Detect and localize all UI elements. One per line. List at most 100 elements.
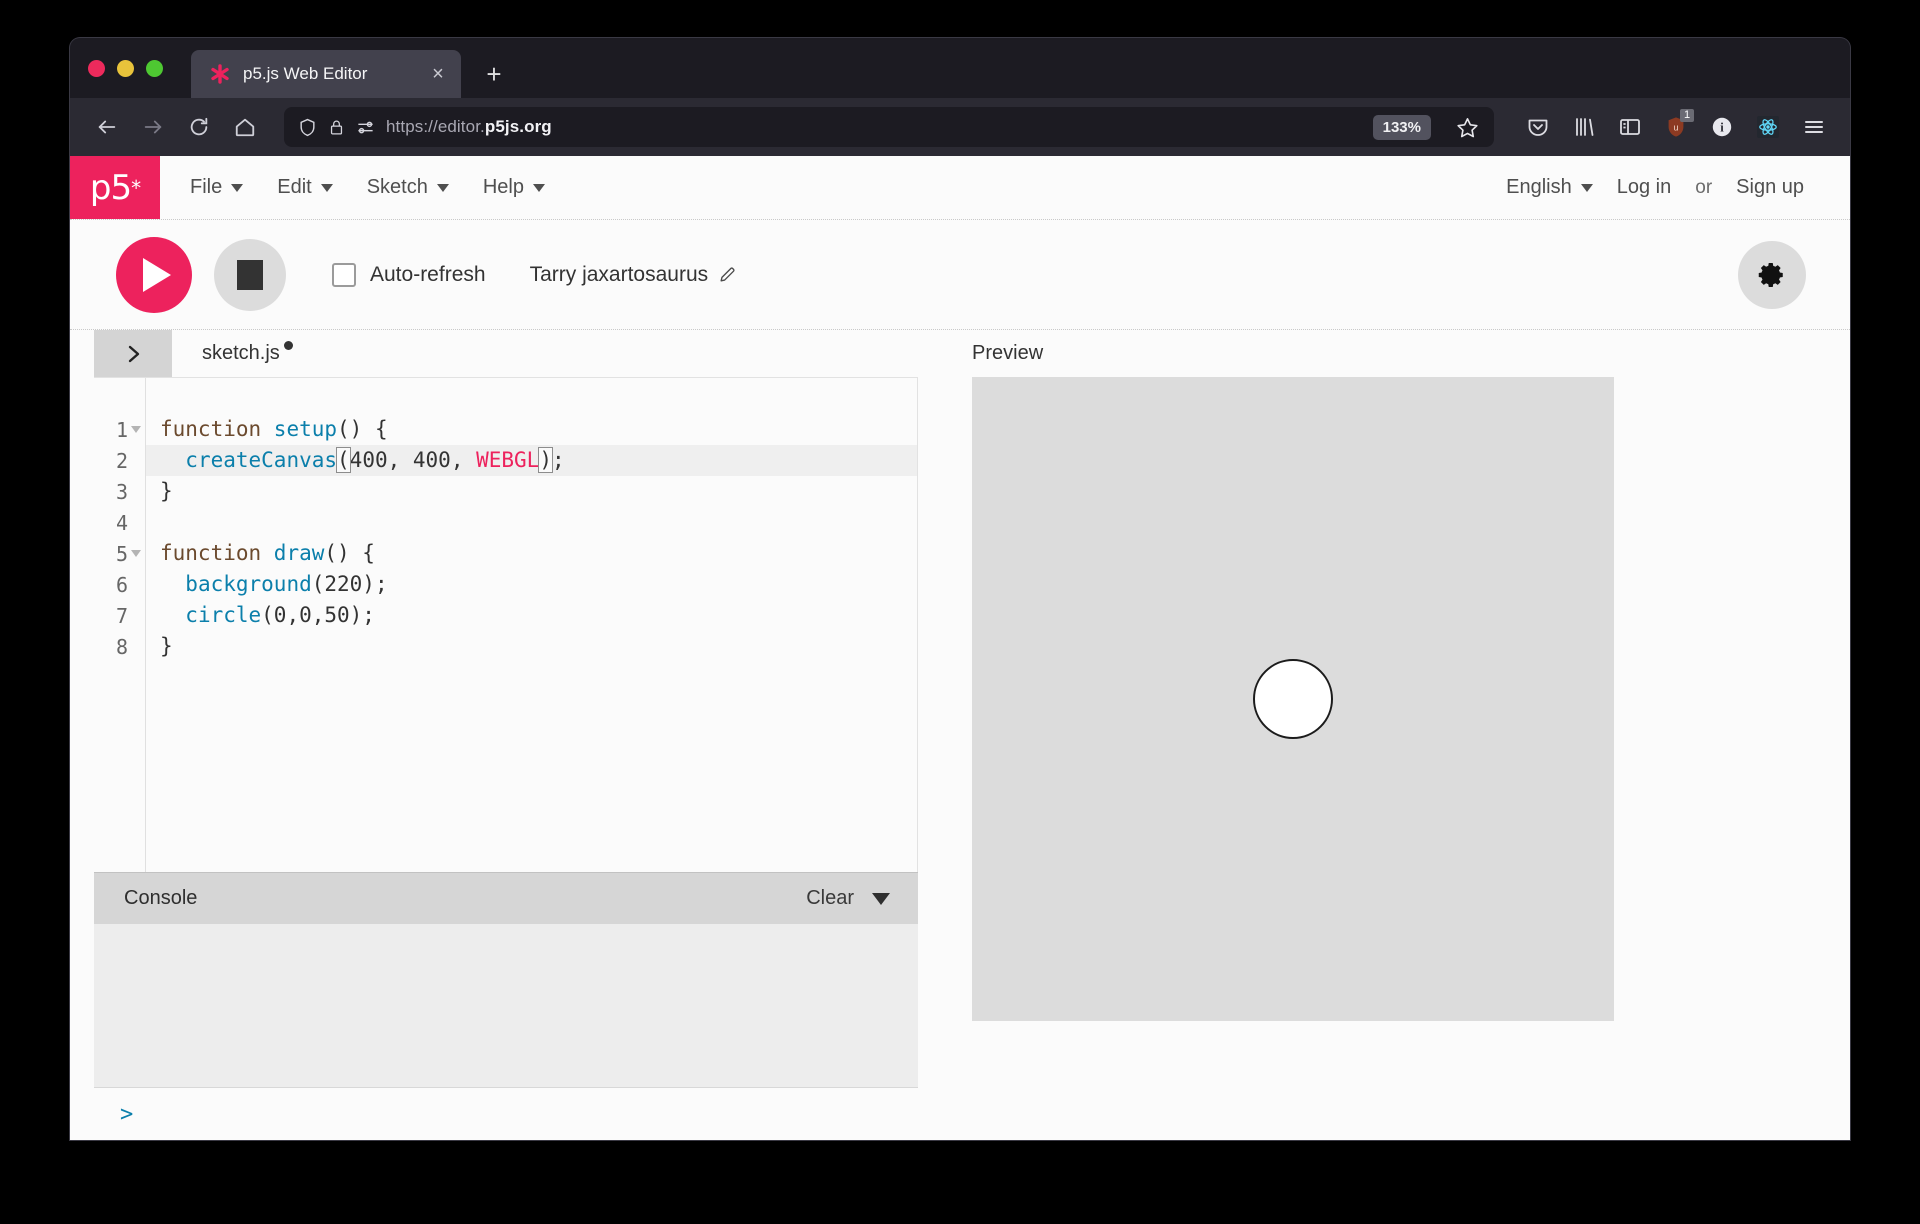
permissions-icon[interactable]: [356, 118, 375, 137]
clear-console-button[interactable]: Clear: [806, 887, 854, 910]
code-token: setup: [273, 417, 338, 441]
minimize-window-button[interactable]: [117, 59, 134, 77]
react-devtools-icon[interactable]: [1748, 107, 1788, 147]
forward-arrow-icon[interactable]: [132, 106, 174, 148]
chevron-down-icon: [533, 183, 545, 192]
svg-text:u: u: [1673, 123, 1678, 133]
sidebar-icon[interactable]: [1610, 107, 1650, 147]
page-content: p5 * File Edit Sketch Help English Log i…: [70, 156, 1850, 1140]
chevron-down-icon[interactable]: [872, 892, 890, 905]
auto-refresh-checkbox[interactable]: [332, 262, 356, 287]
code-token: ): [538, 447, 553, 473]
code-line[interactable]: }: [146, 476, 917, 507]
code-line[interactable]: createCanvas(400, 400, WEBGL);: [146, 445, 917, 476]
preview-title: Preview: [972, 342, 1044, 364]
code-line[interactable]: function draw() {: [146, 538, 917, 569]
editor-column: sketch.js 12345678 function setup() { cr…: [70, 330, 942, 1140]
prompt-chevron-icon: >: [120, 1101, 134, 1127]
line-number: 5: [94, 538, 145, 569]
fold-triangle-icon[interactable]: [131, 425, 141, 433]
sketch-toolbar: Auto-refresh Tarry jaxartosaurus: [70, 220, 1850, 330]
menu-icon[interactable]: [1794, 107, 1834, 147]
code-token: WEBGL: [476, 448, 540, 472]
line-number: 4: [115, 510, 128, 535]
settings-button[interactable]: [1738, 240, 1806, 309]
menu-sketch-label: Sketch: [366, 176, 428, 198]
login-link[interactable]: Log in: [1617, 176, 1672, 199]
browser-window: p5.js Web Editor × + https://editor.p5js…: [70, 38, 1850, 1140]
menu-edit-label: Edit: [277, 176, 312, 198]
language-selector[interactable]: English: [1506, 176, 1593, 199]
code-token: (220);: [311, 572, 388, 596]
pencil-icon[interactable]: [718, 265, 737, 284]
play-icon: [143, 257, 171, 292]
sketch-name-text: Tarry jaxartosaurus: [529, 262, 709, 286]
code-editor[interactable]: 12345678 function setup() { createCanvas…: [94, 377, 918, 872]
signup-link[interactable]: Sign up: [1736, 176, 1804, 199]
ublock-origin-icon[interactable]: u 1: [1656, 107, 1696, 147]
play-button[interactable]: [116, 236, 192, 313]
console-header: Console Clear: [94, 872, 918, 924]
menu-edit[interactable]: Edit: [277, 176, 333, 199]
canvas-circle-shape: [1253, 659, 1333, 739]
home-icon[interactable]: [224, 106, 266, 148]
line-number: 1: [94, 414, 145, 445]
auto-refresh-label: Auto-refresh: [370, 262, 486, 286]
file-name: sketch.js: [202, 342, 280, 364]
back-arrow-icon[interactable]: [86, 106, 128, 148]
shield-icon[interactable]: [298, 118, 317, 137]
code-line[interactable]: [146, 507, 917, 538]
pocket-icon[interactable]: [1518, 107, 1558, 147]
p5-logo-text: p5: [89, 167, 132, 208]
auto-refresh-toggle[interactable]: Auto-refresh: [332, 262, 486, 287]
or-text: or: [1695, 176, 1713, 198]
file-tab-sketch-js[interactable]: sketch.js: [172, 341, 293, 365]
p5-menu: File Edit Sketch Help: [160, 156, 545, 219]
code-token: (0,0,50);: [261, 603, 375, 627]
info-icon[interactable]: i: [1702, 107, 1742, 147]
tab-title: p5.js Web Editor: [243, 64, 368, 83]
sidebar-toggle-button[interactable]: [94, 330, 172, 377]
sketch-preview-canvas[interactable]: [972, 377, 1614, 1021]
code-line[interactable]: circle(0,0,50);: [146, 600, 917, 631]
menu-help-label: Help: [482, 176, 524, 198]
line-number: 8: [115, 634, 128, 659]
browser-navigation-toolbar: https://editor.p5js.org 133% u 1 i: [70, 98, 1850, 156]
code-line[interactable]: function setup() {: [146, 414, 917, 445]
zoom-level-indicator[interactable]: 133%: [1372, 114, 1431, 140]
code-line[interactable]: }: [146, 631, 917, 662]
reload-icon[interactable]: [178, 106, 220, 148]
close-tab-icon[interactable]: ×: [425, 61, 451, 87]
code-line[interactable]: background(220);: [146, 569, 917, 600]
browser-tab[interactable]: p5.js Web Editor ×: [191, 50, 461, 98]
stop-button[interactable]: [214, 238, 286, 311]
bookmark-star-icon[interactable]: [1450, 110, 1484, 144]
menu-file[interactable]: File: [190, 176, 244, 199]
menu-sketch[interactable]: Sketch: [367, 176, 449, 199]
code-token: createCanvas: [185, 448, 338, 472]
url-bar[interactable]: https://editor.p5js.org 133%: [284, 107, 1494, 147]
close-window-button[interactable]: [88, 59, 105, 77]
line-number: 7: [115, 603, 128, 628]
p5-navbar-right: English Log in or Sign up: [1506, 156, 1850, 219]
line-number: 3: [115, 479, 128, 504]
chevron-down-icon: [320, 183, 333, 192]
code-token: }: [160, 634, 173, 658]
preview-column: Preview: [942, 330, 1850, 1140]
browser-extension-toolbar: u 1 i: [1518, 107, 1834, 147]
code-token: }: [160, 479, 173, 503]
fold-triangle-icon[interactable]: [131, 549, 141, 557]
line-number: 2: [115, 448, 128, 473]
console-input-prompt[interactable]: >: [94, 1088, 918, 1140]
code-content[interactable]: function setup() { createCanvas(400, 400…: [146, 378, 917, 872]
sketch-name[interactable]: Tarry jaxartosaurus: [530, 263, 738, 287]
maximize-window-button[interactable]: [146, 59, 163, 77]
p5-logo[interactable]: p5 *: [70, 156, 160, 219]
library-icon[interactable]: [1564, 107, 1604, 147]
p5-logo-star: *: [131, 175, 141, 200]
new-tab-button[interactable]: +: [475, 55, 513, 93]
menu-help[interactable]: Help: [483, 176, 545, 199]
lock-icon[interactable]: [328, 118, 345, 137]
console-actions: Clear: [806, 887, 890, 910]
